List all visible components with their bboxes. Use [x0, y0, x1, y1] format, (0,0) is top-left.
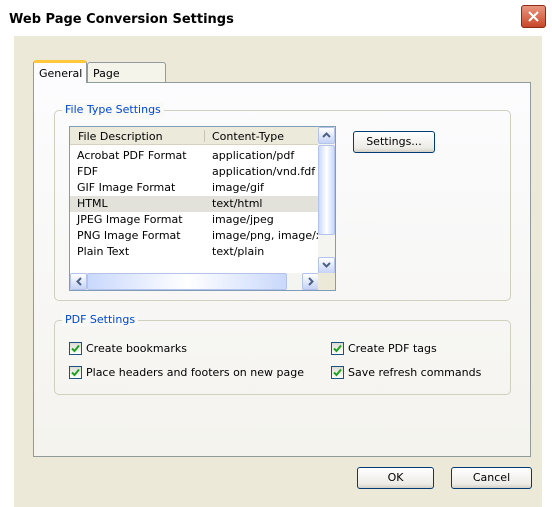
checkbox-box[interactable]: [69, 366, 82, 379]
file-description: PNG Image Format: [77, 229, 181, 242]
column-header-content-type[interactable]: Content-Type: [212, 130, 284, 143]
list-header: File Description Content-Type: [70, 127, 319, 145]
chevron-left-icon: [75, 277, 82, 286]
checkbox-box[interactable]: [331, 366, 344, 379]
cancel-button[interactable]: Cancel: [451, 467, 532, 489]
tab-page-layout[interactable]: Page Layout: [87, 62, 166, 93]
tab-general[interactable]: General: [33, 60, 87, 83]
scroll-right-button[interactable]: [302, 273, 319, 290]
ok-button[interactable]: OK: [357, 467, 434, 489]
chevron-down-icon: [322, 262, 331, 268]
list-item[interactable]: Acrobat PDF Format application/pdf: [70, 148, 319, 164]
scroll-up-button[interactable]: [318, 127, 335, 144]
content-type: image/png, image/x: [212, 229, 318, 242]
pdf-settings-group: PDF Settings: [54, 313, 511, 395]
title-bar: Web Page Conversion Settings: [0, 0, 552, 36]
scroll-thumb[interactable]: [318, 145, 335, 235]
chevron-up-icon: [322, 132, 331, 138]
scroll-left-button[interactable]: [70, 273, 87, 290]
checkbox-label: Save refresh commands: [348, 366, 482, 379]
tab-label: General: [39, 67, 83, 80]
group-label: PDF Settings: [62, 313, 139, 326]
list-item[interactable]: PNG Image Format image/png, image/x: [70, 228, 319, 244]
file-description: Plain Text: [77, 245, 130, 258]
window-frame-left: [0, 36, 14, 507]
file-description: Acrobat PDF Format: [77, 149, 187, 162]
scroll-thumb[interactable]: [87, 273, 287, 290]
checkmark-icon: [333, 344, 342, 353]
scrollbar-corner: [318, 273, 335, 290]
file-description: GIF Image Format: [77, 181, 176, 194]
content-type: text/html: [212, 197, 263, 210]
list-item[interactable]: GIF Image Format image/gif: [70, 180, 319, 196]
list-item[interactable]: FDF application/vnd.fdf: [70, 164, 319, 180]
column-header-file-description[interactable]: File Description: [78, 130, 163, 143]
column-separator[interactable]: [204, 130, 205, 142]
list-item-selected[interactable]: HTML text/html: [70, 196, 319, 212]
checkbox-box[interactable]: [69, 342, 82, 355]
file-description: FDF: [77, 165, 99, 178]
checkmark-icon: [333, 368, 342, 377]
horizontal-scrollbar[interactable]: [70, 273, 319, 290]
content-type: image/jpeg: [212, 213, 274, 226]
content-type: application/vnd.fdf: [212, 165, 316, 178]
list-item[interactable]: Plain Text text/plain: [70, 244, 319, 260]
content-type: text/plain: [212, 245, 265, 258]
group-label: File Type Settings: [62, 103, 164, 116]
checkmark-icon: [71, 368, 80, 377]
file-type-list[interactable]: File Description Content-Type Acrobat PD…: [69, 126, 336, 291]
close-button[interactable]: [521, 5, 546, 28]
checkmark-icon: [71, 344, 80, 353]
scroll-down-button[interactable]: [318, 257, 335, 274]
chevron-right-icon: [307, 277, 314, 286]
checkbox-box[interactable]: [331, 342, 344, 355]
checkbox-label: Create PDF tags: [348, 342, 437, 355]
window-title: Web Page Conversion Settings: [9, 12, 234, 27]
file-description: JPEG Image Format: [77, 213, 183, 226]
close-icon: [528, 11, 539, 22]
settings-button[interactable]: Settings...: [353, 131, 435, 153]
vertical-scrollbar[interactable]: [318, 127, 335, 274]
checkbox-label: Create bookmarks: [86, 342, 187, 355]
window-frame-right: [542, 36, 552, 507]
checkbox-label: Place headers and footers on new page: [86, 366, 304, 379]
content-type: image/gif: [212, 181, 264, 194]
content-type: application/pdf: [212, 149, 295, 162]
file-description: HTML: [77, 197, 108, 210]
list-item[interactable]: JPEG Image Format image/jpeg: [70, 212, 319, 228]
